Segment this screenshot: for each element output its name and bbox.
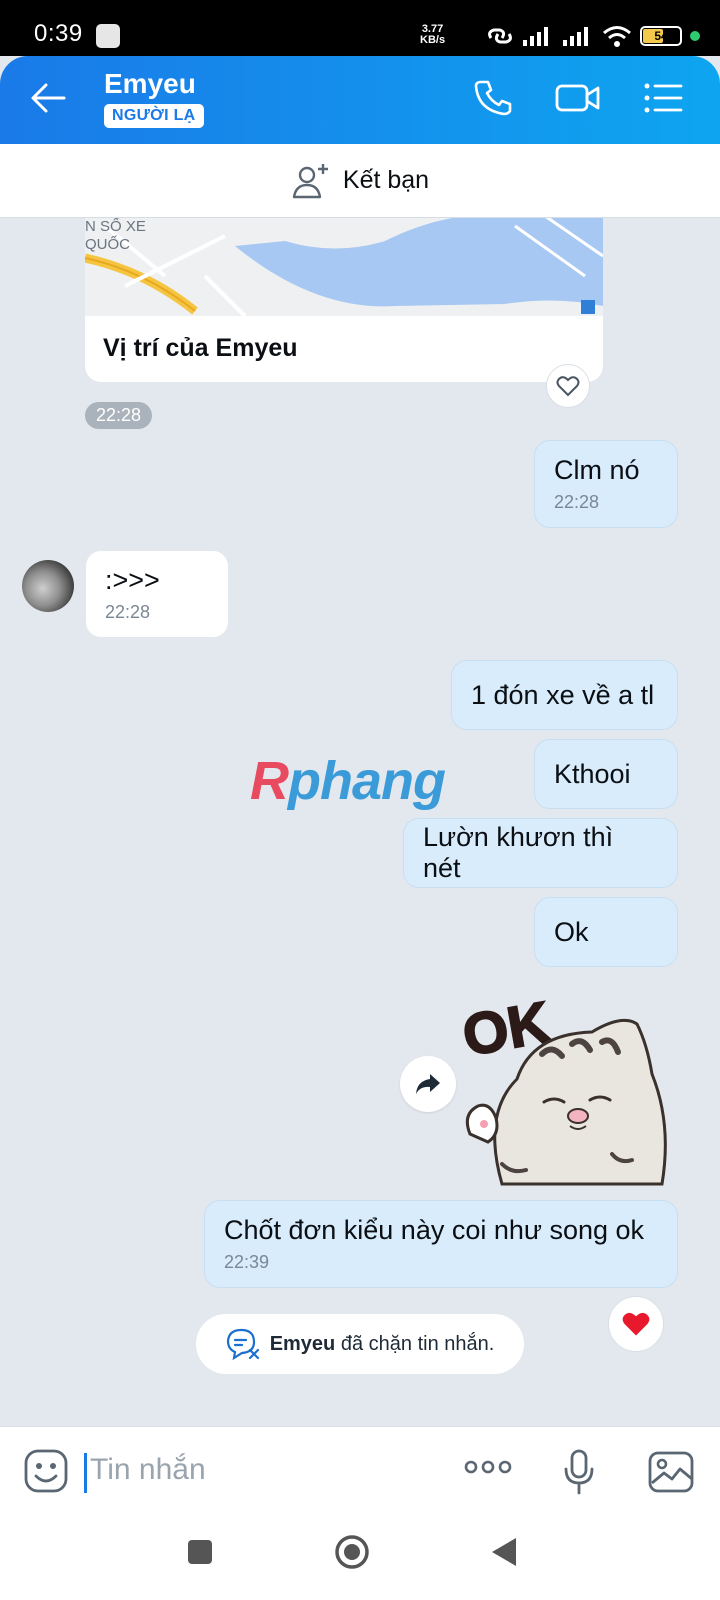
location-label: Vị trí của Emyeu	[103, 334, 298, 362]
heart-icon	[622, 1312, 650, 1336]
message-bubble-outgoing[interactable]: 1 đón xe về a tl	[451, 660, 678, 730]
status-bar: 0:39 3.77 KB/s 54	[0, 0, 720, 56]
share-arrow-icon	[416, 1074, 440, 1094]
signal-icon-2	[563, 27, 588, 46]
signal-icon	[523, 27, 548, 46]
sticker-message[interactable]: OK	[457, 974, 682, 1194]
message-list[interactable]: N SỐ XE QUỐC Vị trí của Emyeu 22:28 Clm …	[0, 218, 720, 1426]
message-input[interactable]: Tin nhắn	[90, 1453, 206, 1487]
menu-button[interactable]	[642, 78, 684, 123]
more-button[interactable]	[464, 1457, 512, 1482]
wifi-icon	[603, 26, 631, 47]
more-dots-icon	[464, 1460, 512, 1474]
microphone-icon	[564, 1449, 594, 1495]
stranger-tag: NGƯỜI LẠ	[104, 104, 204, 128]
privacy-dot	[690, 31, 700, 41]
home-button[interactable]	[334, 1534, 370, 1575]
message-input-bar: Tin nhắn	[0, 1426, 720, 1516]
blocked-notice: Emyeu đã chặn tin nhắn.	[196, 1314, 524, 1374]
location-map: N SỐ XE QUỐC	[85, 218, 603, 316]
message-blocked-icon	[226, 1328, 259, 1360]
react-button[interactable]	[546, 364, 590, 408]
blocked-by-name: Emyeu	[269, 1332, 336, 1355]
message-bubble-outgoing[interactable]: Lườn khươn thì nét	[403, 818, 678, 888]
gallery-button[interactable]	[648, 1451, 694, 1498]
message-time: 22:39	[224, 1252, 270, 1272]
recent-apps-icon	[188, 1540, 212, 1564]
cat-ok-sticker: OK	[457, 989, 667, 1186]
add-friend-icon	[292, 163, 328, 198]
status-icons: 54	[486, 22, 700, 50]
reaction-heart-button[interactable]	[608, 1296, 664, 1352]
message-bubble-incoming[interactable]: :>>> 22:28	[85, 550, 229, 638]
emoji-icon	[24, 1449, 68, 1493]
menu-list-icon	[644, 83, 683, 113]
message-time: 22:28	[554, 492, 600, 512]
heart-outline-icon	[556, 376, 580, 397]
avatar[interactable]	[22, 560, 74, 612]
message-text: :>>>	[105, 565, 160, 595]
message-text: Chốt đơn kiểu này coi như song ok	[224, 1215, 645, 1245]
status-time: 0:39	[34, 20, 83, 47]
message-bubble-outgoing[interactable]: Clm nó 22:28	[534, 440, 678, 528]
back-nav-button[interactable]	[490, 1536, 518, 1573]
map-label-1: N SỐ XE	[85, 218, 146, 235]
share-button[interactable]	[400, 1056, 456, 1112]
add-friend-bar[interactable]: Kết bạn	[0, 144, 720, 218]
message-bubble-outgoing[interactable]: Kthooi	[534, 739, 678, 809]
gallery-icon	[648, 1451, 694, 1493]
message-text: Kthooi	[554, 758, 631, 789]
voice-call-button[interactable]	[472, 78, 512, 123]
link-icon	[488, 28, 512, 44]
back-icon	[492, 1538, 516, 1566]
message-time: 22:28	[105, 602, 151, 622]
voice-record-button[interactable]	[562, 1449, 596, 1500]
network-speed-unit: KB/s	[420, 34, 446, 46]
video-call-icon	[555, 84, 600, 112]
back-arrow-icon	[31, 83, 66, 113]
battery-level: 54	[654, 29, 668, 43]
contact-name[interactable]: Emyeu	[104, 68, 196, 100]
home-icon	[335, 1535, 369, 1569]
watermark: Rphang	[250, 751, 446, 811]
back-button[interactable]	[30, 82, 66, 119]
text-caret	[84, 1453, 87, 1493]
network-speed: 3.77 KB/s	[420, 24, 445, 46]
message-text: Ok	[554, 916, 589, 947]
blocked-text: đã chặn tin nhắn.	[340, 1332, 495, 1355]
timestamp-pill: 22:28	[85, 402, 153, 429]
notification-app-icon	[96, 24, 120, 48]
system-nav-bar	[0, 1516, 720, 1600]
add-friend-label: Kết bạn	[342, 166, 430, 194]
map-label-2: QUỐC	[85, 236, 130, 253]
phone-icon	[474, 80, 512, 116]
message-text: 1 đón xe về a tl	[471, 679, 655, 710]
recent-apps-button[interactable]	[186, 1538, 214, 1571]
emoji-button[interactable]	[24, 1449, 68, 1498]
message-bubble-outgoing[interactable]: Ok	[534, 897, 678, 967]
location-message[interactable]: N SỐ XE QUỐC Vị trí của Emyeu	[85, 218, 603, 382]
message-bubble-outgoing[interactable]: Chốt đơn kiểu này coi như song ok 22:39	[204, 1200, 678, 1288]
chat-header: Emyeu NGƯỜI LẠ	[0, 56, 720, 144]
message-text: Clm nó	[554, 455, 640, 485]
message-text: Lườn khươn thì nét	[423, 822, 614, 883]
battery-indicator: 54	[640, 26, 682, 46]
video-call-button[interactable]	[554, 78, 602, 123]
